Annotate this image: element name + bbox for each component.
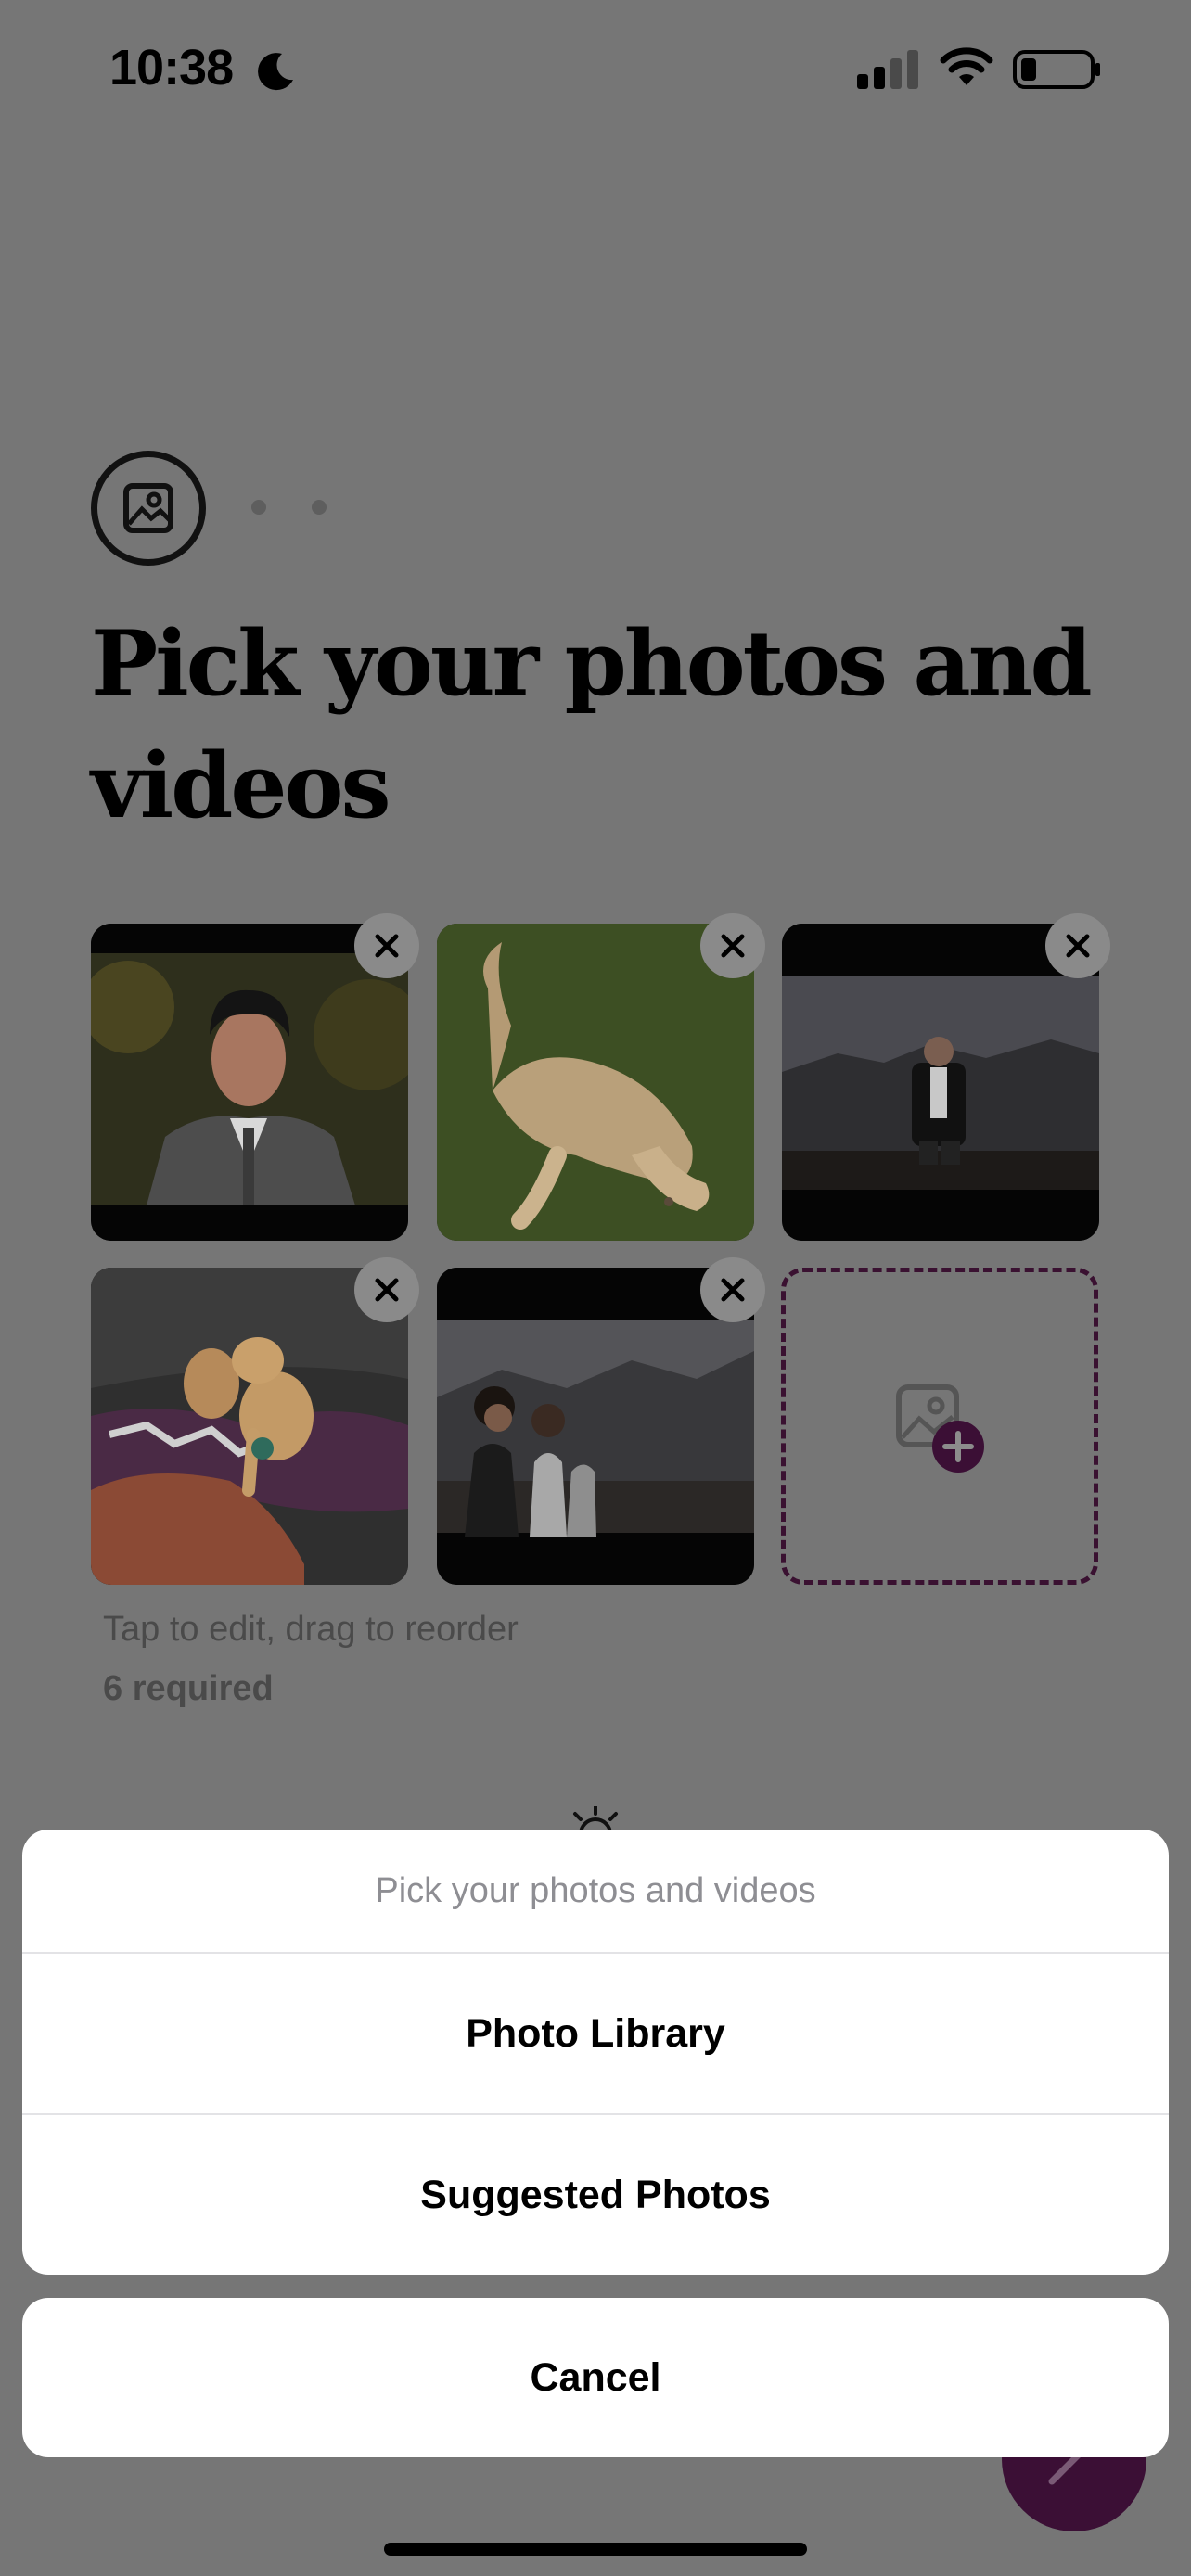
remove-photo-button[interactable] xyxy=(354,913,419,978)
step-image-icon xyxy=(91,451,206,566)
battery-icon xyxy=(1013,50,1100,89)
photo-image xyxy=(91,1268,408,1585)
close-icon xyxy=(375,1278,399,1302)
status-bar: 10:38 xyxy=(0,0,1191,139)
add-photo-slot[interactable] xyxy=(781,1268,1098,1585)
photo-image xyxy=(437,924,754,1241)
close-icon xyxy=(721,934,745,958)
photo-image xyxy=(782,924,1099,1241)
remove-photo-button[interactable] xyxy=(700,1257,765,1322)
step-dot xyxy=(312,500,327,515)
close-icon xyxy=(1066,934,1090,958)
photo-puppies-on-couch[interactable] xyxy=(91,1268,408,1585)
step-dot xyxy=(251,500,266,515)
page-title: Pick your photos and videos xyxy=(91,611,1093,838)
photo-image xyxy=(91,924,408,1241)
add-photo-icon xyxy=(896,1384,984,1473)
remove-photo-button[interactable] xyxy=(354,1257,419,1322)
home-indicator[interactable] xyxy=(384,2543,807,2556)
action-sheet: Pick your photos and videos Photo Librar… xyxy=(22,1830,1169,2275)
required-count: 6 required xyxy=(103,1669,274,1708)
photo-man-mountains[interactable] xyxy=(782,924,1099,1241)
photo-portrait-suit[interactable] xyxy=(91,924,408,1241)
remove-photo-button[interactable] xyxy=(700,913,765,978)
wifi-icon xyxy=(940,47,993,85)
remove-photo-button[interactable] xyxy=(1045,913,1110,978)
photo-dog-on-grass[interactable] xyxy=(437,924,754,1241)
reorder-hint: Tap to edit, drag to reorder xyxy=(103,1610,519,1649)
photo-friends-desert[interactable] xyxy=(437,1268,754,1585)
status-time: 10:38 xyxy=(109,40,234,96)
action-sheet-title: Pick your photos and videos xyxy=(375,1871,816,1910)
moon-icon xyxy=(258,53,293,91)
suggested-photos-button[interactable]: Suggested Photos xyxy=(22,2115,1169,2275)
image-icon xyxy=(123,483,173,533)
close-icon xyxy=(721,1278,745,1302)
cancel-button[interactable]: Cancel xyxy=(22,2298,1169,2457)
photo-library-button[interactable]: Photo Library xyxy=(22,1954,1169,2113)
cellular-signal-icon xyxy=(857,50,918,89)
close-icon xyxy=(375,934,399,958)
photo-image xyxy=(437,1268,754,1585)
